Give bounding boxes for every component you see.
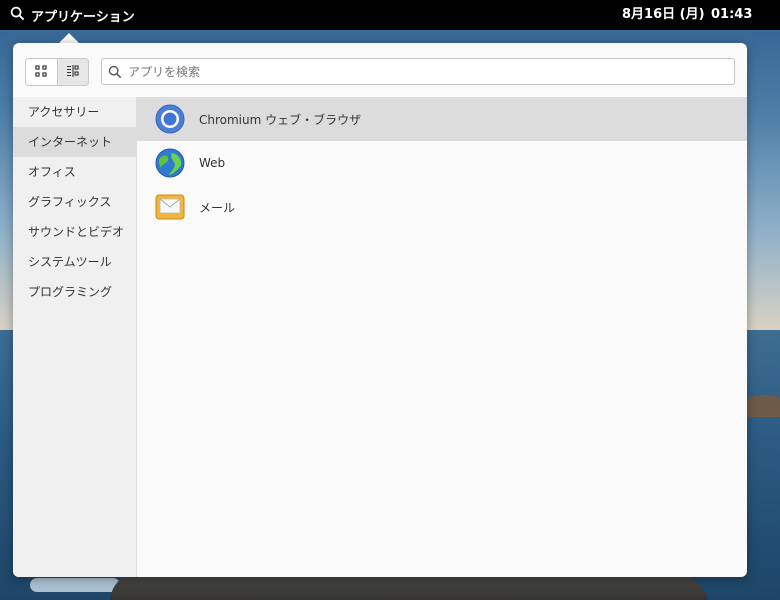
mail-icon bbox=[155, 192, 185, 222]
clock[interactable]: 01:43 bbox=[711, 0, 752, 30]
category-internet[interactable]: インターネット bbox=[13, 127, 136, 157]
app-item-web[interactable]: Web bbox=[137, 141, 747, 185]
applications-menu-button[interactable]: アプリケーション bbox=[10, 0, 135, 30]
search-icon bbox=[102, 65, 128, 79]
app-label: Web bbox=[199, 156, 226, 170]
app-label: メール bbox=[199, 200, 236, 215]
category-graphics[interactable]: グラフィックス bbox=[13, 187, 136, 217]
app-item-mail[interactable]: メール bbox=[137, 185, 747, 229]
date-indicator[interactable]: 8月16日 (月) bbox=[622, 0, 705, 30]
grid-view-button[interactable] bbox=[26, 59, 57, 85]
search-field[interactable] bbox=[101, 58, 735, 85]
app-list: Chromium ウェブ・ブラウザ Web メール bbox=[137, 97, 747, 577]
category-office[interactable]: オフィス bbox=[13, 157, 136, 187]
category-view-button[interactable] bbox=[56, 59, 88, 85]
popover-pointer bbox=[59, 33, 79, 43]
category-sidebar: アクセサリー インターネット オフィス グラフィックス サウンドとビデオ システ… bbox=[13, 97, 137, 577]
chromium-icon bbox=[155, 104, 185, 134]
grid-icon bbox=[34, 63, 48, 82]
view-mode-toggle bbox=[25, 58, 89, 86]
search-icon bbox=[10, 6, 25, 25]
category-accessories[interactable]: アクセサリー bbox=[13, 97, 136, 127]
app-item-chromium[interactable]: Chromium ウェブ・ブラウザ bbox=[137, 97, 747, 141]
search-input[interactable] bbox=[128, 64, 718, 79]
category-system-tools[interactable]: システムツール bbox=[13, 247, 136, 277]
globe-icon bbox=[155, 148, 185, 178]
app-label: Chromium ウェブ・ブラウザ bbox=[199, 112, 362, 127]
app-launcher-panel: アクセサリー インターネット オフィス グラフィックス サウンドとビデオ システ… bbox=[13, 43, 747, 577]
category-programming[interactable]: プログラミング bbox=[13, 277, 136, 307]
category-list-icon bbox=[66, 63, 80, 82]
top-panel: アプリケーション 8月16日 (月) 01:43 bbox=[0, 0, 780, 30]
category-sound-video[interactable]: サウンドとビデオ bbox=[13, 217, 136, 247]
applications-label: アプリケーション bbox=[31, 9, 135, 25]
